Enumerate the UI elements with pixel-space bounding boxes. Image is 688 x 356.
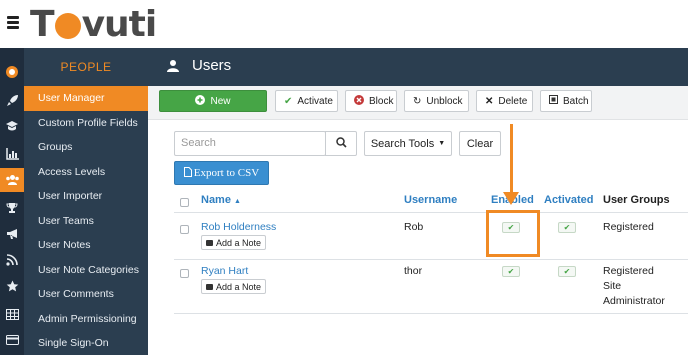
megaphone-icon[interactable]: [0, 222, 24, 246]
sidebar-item-user-teams[interactable]: User Teams: [24, 209, 148, 234]
trophy-icon[interactable]: [0, 196, 24, 220]
sidebar-item-user-importer[interactable]: User Importer: [24, 184, 148, 209]
logo-icon[interactable]: [0, 60, 24, 84]
star-icon[interactable]: [0, 274, 24, 298]
credit-card-icon[interactable]: [0, 328, 24, 352]
search-tools-button[interactable]: Search Tools ▼: [364, 131, 452, 156]
block-icon: [354, 94, 364, 108]
clear-button[interactable]: Clear: [459, 131, 501, 156]
activated-toggle[interactable]: ✔: [558, 222, 576, 233]
add-note-button[interactable]: Add a Note: [201, 235, 267, 250]
username-cell: Rob: [404, 221, 424, 233]
enabled-toggle[interactable]: ✔: [502, 266, 520, 277]
block-button[interactable]: Block: [345, 90, 397, 112]
export-csv-label: Export to CSV: [193, 167, 260, 179]
close-icon: ✕: [485, 95, 494, 107]
row-checkbox[interactable]: [180, 225, 189, 234]
note-icon: [206, 283, 213, 290]
column-header-username[interactable]: Username: [404, 194, 457, 206]
user-group: Registered: [603, 221, 654, 233]
annotation-arrow-head: [503, 192, 519, 205]
note-icon: [206, 239, 213, 246]
search-input[interactable]: Search: [174, 131, 326, 156]
sidebar-item-single-sign-on[interactable]: Single Sign-On: [24, 331, 148, 356]
table-divider: [174, 313, 688, 314]
check-icon: ✔: [563, 267, 571, 276]
page-header: Users: [148, 48, 688, 86]
row-checkbox[interactable]: [180, 269, 189, 278]
annotation-arrow: [510, 124, 513, 194]
activate-button[interactable]: ✔ Activate: [275, 90, 338, 112]
table-icon[interactable]: [0, 302, 24, 326]
user-group: Administrator: [603, 295, 665, 307]
icon-rail: [0, 48, 24, 355]
sidebar: PEOPLE User Manager Custom Profile Field…: [24, 48, 148, 355]
add-note-label: Add a Note: [216, 237, 262, 248]
sort-asc-icon: ▲: [234, 198, 241, 205]
new-button-label: New: [210, 95, 231, 107]
top-bar: Tvuti: [0, 0, 688, 48]
check-icon: ✔: [563, 223, 571, 232]
user-group: Registered: [603, 265, 654, 277]
username-cell: thor: [404, 265, 423, 277]
graduation-cap-icon[interactable]: [0, 114, 24, 138]
user-name-link[interactable]: Rob Holderness: [201, 221, 276, 233]
table-divider: [174, 259, 688, 260]
activate-button-label: Activate: [297, 95, 333, 107]
delete-button[interactable]: ✕ Delete: [476, 90, 533, 112]
add-note-label: Add a Note: [216, 281, 262, 292]
user-icon: [166, 59, 180, 76]
search-tools-label: Search Tools: [370, 137, 435, 150]
rocket-icon[interactable]: [0, 88, 24, 112]
logo-mark: [54, 13, 81, 39]
sidebar-item-user-notes[interactable]: User Notes: [24, 233, 148, 258]
check-icon: ✔: [507, 267, 515, 276]
plus-circle-icon: [195, 94, 206, 108]
batch-button[interactable]: Batch: [540, 90, 592, 112]
search-button[interactable]: [325, 131, 357, 156]
sidebar-heading: PEOPLE: [60, 60, 112, 74]
sidebar-item-user-manager[interactable]: User Manager: [24, 86, 148, 111]
user-group: Site: [603, 280, 622, 292]
batch-icon: [549, 95, 558, 107]
column-header-name-label: Name: [201, 194, 231, 206]
bar-chart-icon[interactable]: [0, 142, 24, 166]
column-header-name[interactable]: Name ▲: [201, 194, 241, 206]
caret-down-icon: ▼: [438, 140, 446, 147]
app-logo[interactable]: Tvuti: [30, 4, 157, 45]
search-icon: [335, 136, 347, 151]
delete-button-label: Delete: [498, 95, 528, 107]
add-note-button[interactable]: Add a Note: [201, 279, 267, 294]
users-icon[interactable]: [0, 168, 24, 192]
sidebar-item-admin-permissioning[interactable]: Admin Permissioning: [24, 307, 148, 332]
table-divider: [174, 212, 688, 213]
check-icon: ✔: [284, 95, 293, 107]
column-header-activated[interactable]: Activated: [544, 194, 594, 206]
sidebar-item-custom-profile-fields[interactable]: Custom Profile Fields: [24, 111, 148, 136]
file-icon: [183, 166, 192, 180]
activated-toggle[interactable]: ✔: [558, 266, 576, 277]
unblock-button[interactable]: ↻ Unblock: [404, 90, 469, 112]
unblock-button-label: Unblock: [426, 95, 463, 107]
refresh-icon: ↻: [413, 95, 422, 107]
page-title: Users: [192, 57, 232, 74]
block-button-label: Block: [369, 95, 394, 107]
annotation-highlight-box: [486, 210, 540, 257]
select-all-checkbox[interactable]: [180, 198, 189, 207]
sidebar-item-user-note-categories[interactable]: User Note Categories: [24, 258, 148, 283]
sidebar-item-access-levels[interactable]: Access Levels: [24, 160, 148, 185]
menu-icon[interactable]: [7, 16, 19, 30]
sidebar-item-user-comments[interactable]: User Comments: [24, 282, 148, 307]
export-csv-button[interactable]: Export to CSV: [174, 161, 269, 185]
batch-button-label: Batch: [563, 95, 589, 107]
new-button[interactable]: New: [159, 90, 267, 112]
column-header-user-groups: User Groups: [603, 194, 670, 206]
rss-icon[interactable]: [0, 248, 24, 272]
user-name-link[interactable]: Ryan Hart: [201, 265, 248, 277]
sidebar-item-groups[interactable]: Groups: [24, 135, 148, 160]
